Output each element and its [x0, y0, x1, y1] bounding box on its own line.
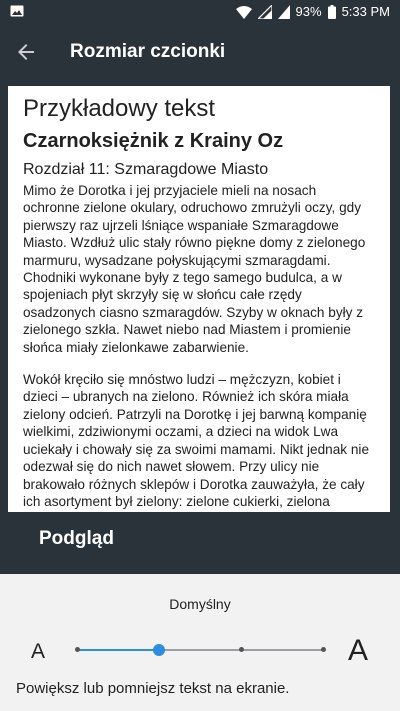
sample-paragraph: Mimo że Dorotka i jej przyjaciele mieli … — [23, 183, 366, 355]
slider-tick[interactable] — [320, 647, 326, 652]
help-text: Powiększ lub pomniejsz tekst na ekranie. — [16, 680, 290, 697]
font-size-panel: Domyślny A A Powiększ lub pomniejsz teks… — [0, 574, 400, 711]
wifi-icon — [235, 5, 252, 19]
slider-active-track — [77, 649, 159, 651]
battery-icon — [327, 5, 336, 19]
clock: 5:33 PM — [341, 4, 390, 19]
slider-thumb[interactable] — [153, 644, 165, 656]
sample-paragraph: Wokół kręciło się mnóstwo ludzi – mężczy… — [23, 372, 370, 512]
current-size-label: Domyślny — [169, 596, 231, 612]
status-bar: 93% 5:33 PM — [0, 0, 400, 24]
sample-heading: Przykładowy tekst — [23, 95, 216, 122]
page-title: Rozmiar czcionki — [70, 41, 226, 62]
image-icon — [10, 5, 24, 17]
arrow-back-icon[interactable] — [14, 40, 38, 64]
slider-tick[interactable] — [238, 647, 244, 652]
signal-icon — [277, 5, 290, 19]
preview-label-bar: Podgląd — [0, 512, 400, 574]
slider-tick[interactable] — [74, 647, 80, 652]
preview-card: Przykładowy tekst Czarnoksiężnik z Krain… — [8, 86, 390, 512]
book-title: Czarnoksiężnik z Krainy Oz — [23, 130, 284, 152]
toolbar: Rozmiar czcionki — [0, 24, 400, 80]
chapter-title: Rozdział 11: Szmaragdowe Miasto — [23, 161, 269, 178]
battery-percentage: 93% — [295, 4, 322, 19]
decrease-size-button[interactable]: A — [31, 640, 45, 664]
increase-size-button[interactable]: A — [348, 634, 368, 668]
signal-icon — [257, 5, 272, 19]
font-size-slider[interactable] — [74, 641, 326, 659]
preview-label: Podgląd — [39, 528, 114, 549]
